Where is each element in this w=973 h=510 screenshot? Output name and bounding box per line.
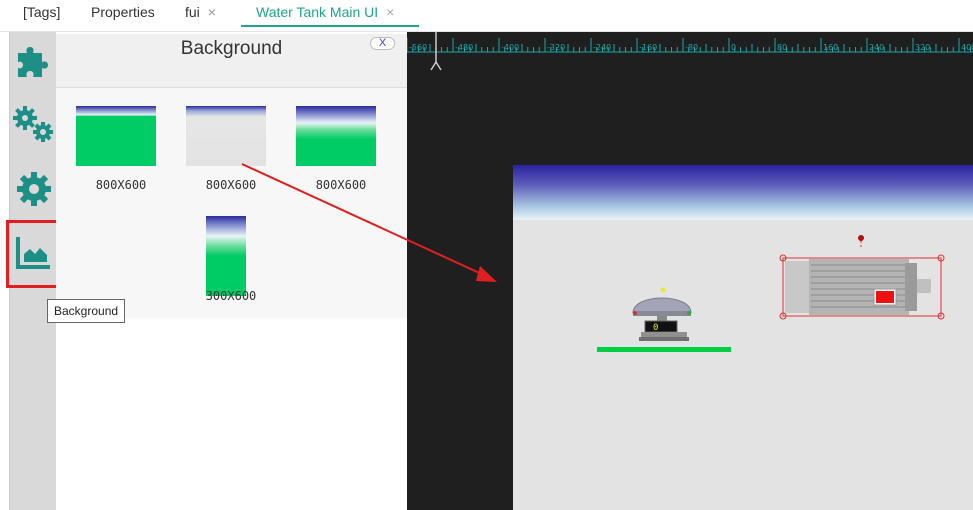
ruler-tick-label: -560	[409, 43, 427, 52]
tab-water-tank-main-ui[interactable]: Water Tank Main UI ×	[241, 0, 419, 27]
tab-tags[interactable]: [Tags]	[23, 0, 60, 27]
panel-close-button[interactable]: X	[370, 37, 395, 50]
tab-label: [Tags]	[23, 4, 61, 20]
horizontal-ruler: -560 -480 -400 -320 -240 -160 -80 0 80 160 240 320 4…	[407, 32, 973, 62]
tab-fui[interactable]: fui ×	[185, 0, 216, 27]
pump-widget[interactable]: 0	[597, 283, 733, 353]
background-thumbnail[interactable]	[206, 216, 246, 296]
gear-icon	[16, 172, 51, 206]
close-icon[interactable]: ×	[208, 4, 216, 20]
position-marker-icon	[430, 32, 442, 71]
ruler-tick-label: -160	[639, 43, 657, 52]
selected-item-highlight	[6, 220, 61, 288]
hmi-page[interactable]: 0	[513, 165, 973, 510]
ruler-tick-label: -320	[547, 43, 565, 52]
tab-label: Water Tank Main UI	[256, 4, 379, 20]
rail-item-settings[interactable]	[10, 166, 57, 212]
thumbnail-label: 300X600	[205, 289, 257, 303]
rail-item-advanced-settings[interactable]	[10, 102, 57, 148]
background-thumbnail[interactable]	[76, 106, 156, 166]
background-panel: Background X 800X600 800X600 800X600 300…	[56, 34, 407, 510]
panel-header: Background X	[56, 34, 407, 88]
tool-rail	[6, 32, 61, 510]
ruler-tick-label: 80	[777, 43, 787, 52]
close-icon[interactable]: ×	[386, 4, 394, 20]
page-header-band	[513, 165, 973, 220]
tab-label: Properties	[91, 4, 155, 20]
thumbnail-grid: 800X600 800X600 800X600 300X600	[56, 88, 407, 318]
background-thumbnail[interactable]	[186, 106, 266, 166]
ruler-tick-label: 240	[869, 43, 884, 52]
ruler-tick-label: -240	[593, 43, 611, 52]
ruler-tick-label: -480	[455, 43, 473, 52]
ruler-tick-label: 0	[731, 43, 736, 52]
ruler-tick-label: 320	[915, 43, 930, 52]
thumbnail-label: 800X600	[315, 178, 367, 192]
tab-properties[interactable]: Properties	[91, 0, 155, 27]
puzzle-icon	[17, 47, 48, 77]
ruler-tick-label: 400	[961, 43, 973, 52]
tab-label: fui	[185, 4, 200, 20]
app-window: [Tags] Properties fui × Water Tank Main U…	[0, 0, 973, 510]
ruler-tick-label: 160	[823, 43, 838, 52]
pump-readout: 0	[653, 323, 658, 333]
rail-item-components[interactable]	[10, 40, 57, 86]
ruler-tick-label: -400	[501, 43, 519, 52]
gears-icon	[12, 106, 53, 142]
thumbnail-label: 800X600	[205, 178, 257, 192]
tooltip: Background	[47, 299, 126, 323]
motor-widget[interactable]	[775, 233, 945, 323]
ruler-tick-label: -80	[685, 43, 698, 52]
tab-bar: [Tags] Properties fui × Water Tank Main U…	[0, 0, 973, 32]
panel-title: Background	[180, 38, 283, 59]
design-canvas[interactable]: -560 -480 -400 -320 -240 -160 -80 0 80 160 240 320 4…	[407, 32, 973, 510]
background-thumbnail[interactable]	[296, 106, 376, 166]
thumbnail-label: 800X600	[95, 178, 147, 192]
